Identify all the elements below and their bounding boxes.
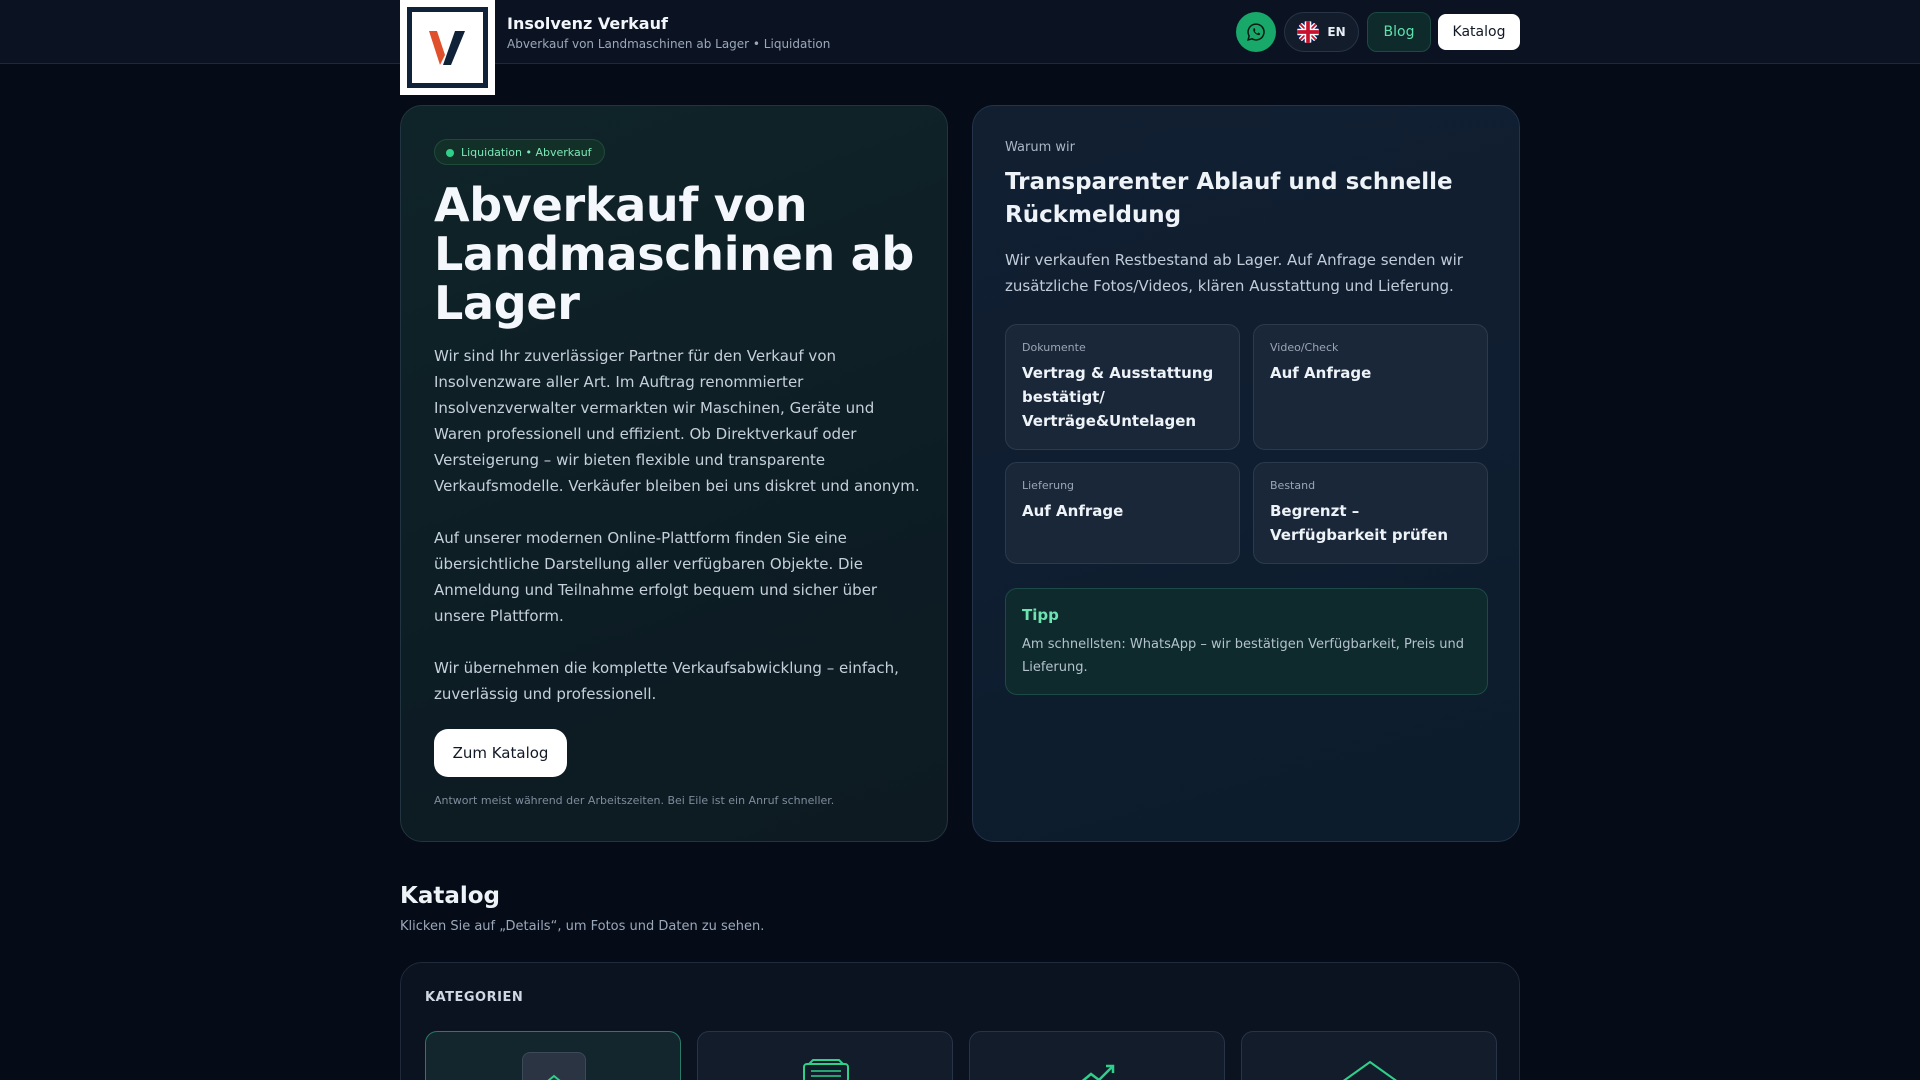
katalog-section-subtitle: Klicken Sie auf „Details“, um Fotos und … — [400, 919, 765, 934]
info-tile-dokumente: Dokumente Vertrag & Ausstattung bestätig… — [1005, 324, 1240, 450]
zum-katalog-button[interactable]: Zum Katalog — [434, 729, 567, 777]
tile-value: Auf Anfrage — [1022, 502, 1124, 520]
hero-card: Liquidation • Abverkauf Abverkauf von La… — [400, 105, 948, 842]
why-title: Transparenter Ablauf und schnelle Rückme… — [1005, 169, 1453, 228]
tractor-icon — [794, 1052, 858, 1080]
whatsapp-icon — [1247, 23, 1265, 41]
hero-paragraph-3: Wir übernehmen die komplette Verkaufsabw… — [434, 659, 899, 703]
category-card-4[interactable] — [1241, 1031, 1497, 1080]
hero-paragraph-2: Auf unserer modernen Online-Plattform fi… — [434, 529, 878, 625]
info-tile-video-check: Video/Check Auf Anfrage — [1253, 324, 1488, 450]
why-text: Wir verkaufen Restbestand ab Lager. Auf … — [1005, 251, 1463, 295]
categories-heading: KATEGORIEN — [425, 990, 524, 1005]
uk-flag-icon — [1297, 21, 1320, 43]
info-tile-bestand: Bestand Begrenzt – Verfügbarkeit prüfen — [1253, 462, 1488, 564]
tipp-box: Tipp Am schnellsten: WhatsApp – wir best… — [1005, 588, 1488, 695]
category-card-3[interactable] — [969, 1031, 1225, 1080]
hero-badge-label: Liquidation • Abverkauf — [461, 145, 592, 159]
tile-label: Video/Check — [1270, 341, 1339, 354]
tipp-text: Am schnellsten: WhatsApp – wir bestätige… — [1022, 637, 1464, 675]
why-us-card: Warum wir Transparenter Ablauf und schne… — [972, 105, 1520, 842]
info-tile-lieferung: Lieferung Auf Anfrage — [1005, 462, 1240, 564]
tipp-title: Tipp — [1022, 606, 1059, 624]
tile-value: Auf Anfrage — [1270, 364, 1372, 382]
status-dot — [446, 149, 454, 157]
why-kicker: Warum wir — [1005, 140, 1075, 155]
katalog-section-title: Katalog — [400, 883, 501, 909]
categories-panel: KATEGORIEN — [400, 962, 1520, 1080]
hero-paragraph-1: Wir sind Ihr zuverlässiger Partner für d… — [434, 347, 920, 495]
tile-label: Bestand — [1270, 479, 1316, 492]
whatsapp-button[interactable] — [1236, 12, 1276, 52]
site-logo[interactable] — [400, 0, 495, 95]
tile-label: Dokumente — [1022, 341, 1086, 354]
blog-button[interactable]: Blog — [1367, 12, 1431, 52]
tile-label: Lieferung — [1022, 479, 1075, 492]
language-switch-button[interactable]: EN — [1284, 12, 1359, 52]
language-label: EN — [1327, 25, 1346, 39]
brand-subtitle: Abverkauf von Landmaschinen ab Lager • L… — [507, 37, 831, 51]
top-navbar: Insolvenz Verkauf Abverkauf von Landmasc… — [0, 0, 1920, 64]
brand-title: Insolvenz Verkauf — [507, 14, 668, 33]
home-icon — [522, 1052, 586, 1080]
hero-note: Antwort meist während der Arbeitszeiten.… — [434, 794, 835, 807]
hero-title: Abverkauf von Landmaschinen ab Lager — [434, 178, 915, 330]
roof-icon — [1338, 1052, 1402, 1080]
tile-value: Begrenzt – Verfügbarkeit prüfen — [1270, 502, 1449, 544]
katalog-nav-button[interactable]: Katalog — [1438, 14, 1520, 50]
category-card-2[interactable] — [697, 1031, 953, 1080]
logo-frame — [407, 7, 488, 88]
logo-v-mark — [428, 30, 465, 65]
hero-badge: Liquidation • Abverkauf — [434, 139, 605, 165]
category-card-1[interactable] — [425, 1031, 681, 1080]
tile-value: Vertrag & Ausstattung bestätigt/ Verträg… — [1022, 364, 1214, 430]
chart-icon — [1066, 1052, 1130, 1080]
